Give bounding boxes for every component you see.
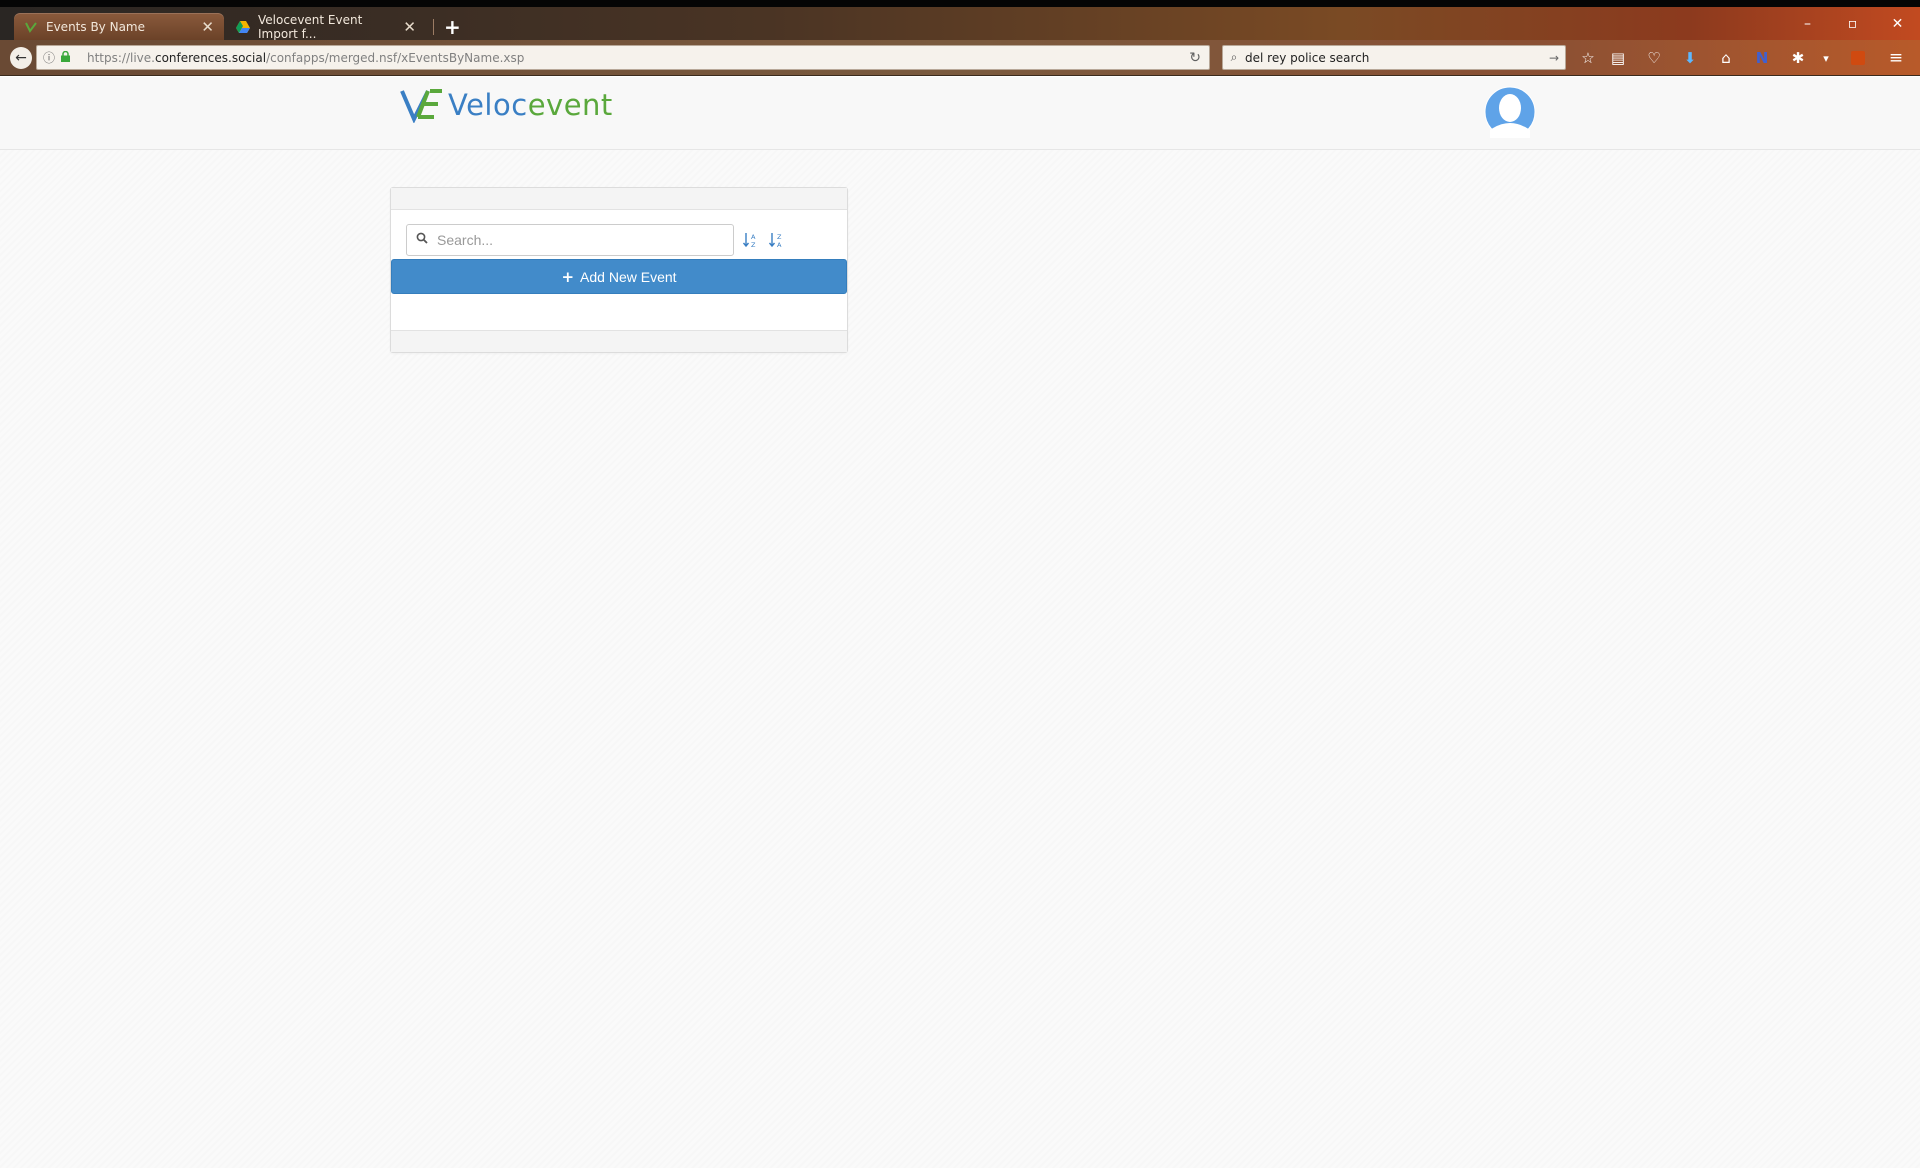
tab-events-by-name[interactable]: Events By Name ✕ [14,13,224,40]
reload-icon[interactable]: ↻ [1189,50,1201,66]
svg-text:A: A [751,233,756,241]
browser-search-value: del rey police search [1245,50,1370,65]
sort-alpha-desc-icon[interactable]: ZA [768,232,786,250]
close-tab-icon[interactable]: ✕ [201,18,214,36]
site-info-icon[interactable]: ⓘ [43,49,61,66]
address-bar[interactable]: ⓘ https://live.conferences.social/confap… [36,45,1210,70]
tab-velocevent-import[interactable]: Velocevent Event Import f... ✕ [226,12,426,41]
pocket-icon[interactable]: ♡ [1644,48,1664,68]
tab-separator [433,19,434,35]
window-controls: – ▫ ✕ [1785,13,1920,35]
extension-n-icon[interactable]: N [1752,48,1772,68]
url-text: https://live.conferences.social/confapps… [87,50,525,65]
add-new-event-button[interactable]: + Add New Event [391,259,847,294]
add-new-event-label: Add New Event [580,268,677,285]
downloads-arrow-icon[interactable]: ⬇ [1680,48,1700,68]
google-drive-icon [236,20,250,34]
velocevent-favicon-icon [24,20,38,34]
logo-wordmark: Velocevent [448,88,613,122]
app-header: Velocevent [0,77,1920,150]
events-panel: AZ ZA + Add New Event [390,187,848,353]
panel-header [391,188,847,210]
sort-alpha-asc-icon[interactable]: AZ [742,232,760,250]
close-tab-icon[interactable]: ✕ [403,18,416,36]
restore-button[interactable]: ▫ [1830,13,1875,35]
browser-toolbar: ← ⓘ https://live.conferences.social/conf… [0,40,1920,76]
home-icon[interactable]: ⌂ [1716,48,1736,68]
svg-text:A: A [777,241,782,248]
plus-icon: + [561,267,575,286]
velocevent-logo-mark-icon [400,89,442,123]
minimize-button[interactable]: – [1785,13,1830,35]
event-search-input[interactable] [437,226,733,254]
tab-title: Velocevent Event Import f... [258,12,363,41]
new-tab-button[interactable]: + [444,17,461,37]
panel-footer [391,330,847,352]
tab-title: Events By Name [46,19,145,34]
lock-icon [61,50,77,65]
search-icon [407,232,437,248]
extension-dropdown-icon[interactable]: ▾ [1816,48,1836,68]
bookmark-star-icon[interactable]: ☆ [1578,48,1598,68]
back-arrow-icon[interactable]: ← [10,47,32,69]
search-icon: ⌕ [1230,50,1238,64]
close-window-button[interactable]: ✕ [1875,13,1920,35]
svg-text:Z: Z [777,233,782,241]
svg-text:Z: Z [751,241,756,248]
browser-search-bar[interactable]: ⌕ del rey police search → [1222,45,1566,70]
hamburger-menu-icon[interactable]: ≡ [1886,48,1906,68]
addon-orange-icon[interactable] [1848,48,1868,68]
event-search-box[interactable] [406,224,734,256]
velocevent-logo[interactable]: Velocevent [400,87,613,123]
search-go-arrow-icon[interactable]: → [1549,51,1559,65]
extension-icon[interactable]: ✱ [1788,48,1808,68]
reading-list-icon[interactable]: ▤ [1608,48,1628,68]
page-body: Velocevent AZ ZA + Add New Event [0,77,1920,1168]
browser-tab-bar: Events By Name ✕ Velocevent Event Import… [0,0,1920,41]
user-avatar-icon[interactable] [1484,86,1536,138]
